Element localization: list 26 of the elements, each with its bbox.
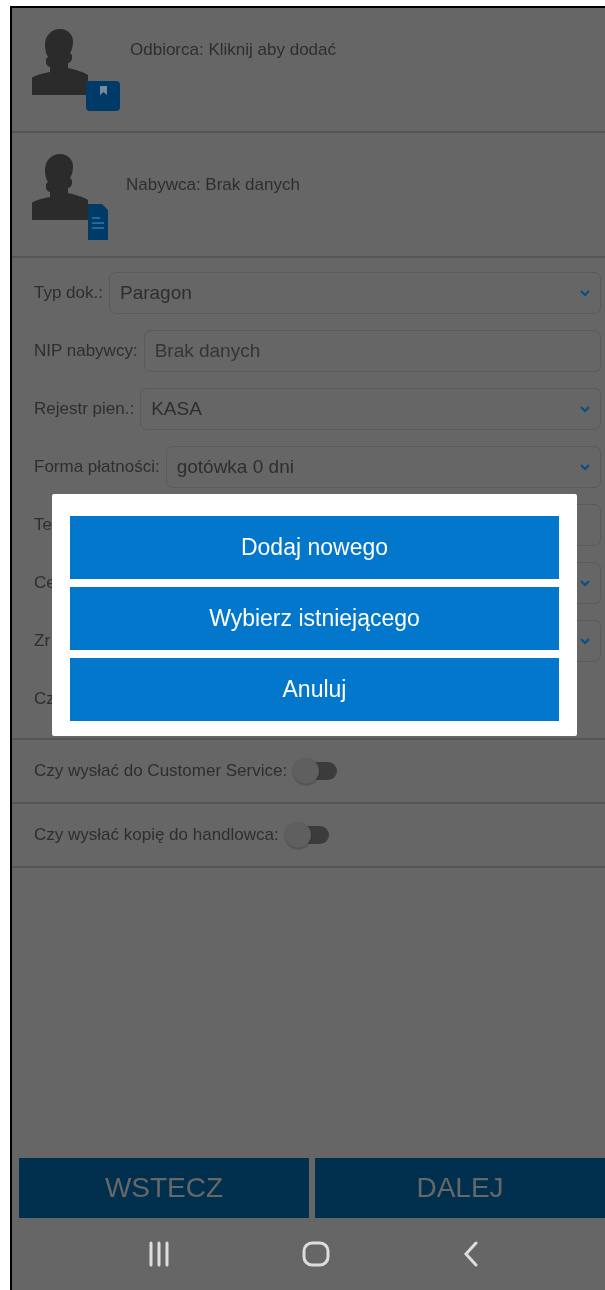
switch-label: Czy wysłać kopię do handlowca: [34, 825, 279, 845]
chevron-down-icon [580, 405, 590, 413]
field-label: Te [34, 515, 52, 535]
recent-apps-icon[interactable] [148, 1241, 171, 1267]
field-label: Rejestr pien.: [34, 399, 135, 419]
back-icon[interactable] [462, 1241, 479, 1267]
dropdown[interactable]: Paragon [109, 272, 601, 314]
field-label: NIP nabywcy: [34, 341, 138, 361]
chevron-down-icon [580, 289, 590, 297]
back-button[interactable]: WSTECZ [19, 1158, 309, 1218]
switch-label: Czy wysłać do Customer Service: [34, 761, 288, 781]
contact-label[interactable]: Odbiorca: Kliknij aby dodać [130, 39, 336, 60]
dropdown[interactable]: KASA [140, 388, 601, 430]
chevron-down-icon [580, 637, 590, 645]
dialog-button[interactable]: Dodaj nowego [70, 516, 559, 579]
field-label: Forma płatności: [34, 457, 160, 477]
chevron-down-icon [580, 579, 590, 587]
next-button[interactable]: DALEJ [315, 1158, 605, 1218]
chevron-down-icon [580, 463, 590, 471]
home-icon[interactable] [302, 1241, 331, 1267]
contact-label[interactable]: Nabywca: Brak danych [126, 174, 300, 195]
dialog-button[interactable]: Anuluj [70, 658, 559, 721]
field-label: Typ dok.: [34, 283, 103, 303]
dropdown[interactable]: gotówka 0 dni [165, 446, 601, 488]
dialog-button[interactable]: Wybierz istniejącego [70, 587, 559, 650]
field-label: Zr [34, 631, 51, 651]
